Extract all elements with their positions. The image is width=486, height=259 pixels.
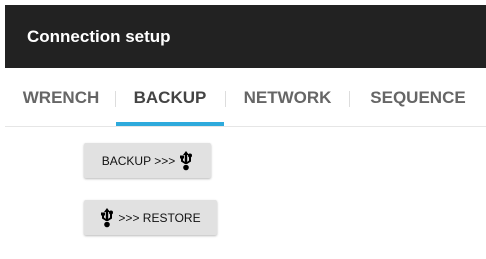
app-bar: Connection setup (5, 5, 486, 68)
tab-sequence-label: SEQUENCE (370, 88, 466, 107)
restore-button[interactable]: >>> RESTORE (84, 200, 217, 235)
backup-button-label: BACKUP >>> (101, 153, 176, 168)
app-window: Connection setup WRENCH BACKUP NETWORK S… (5, 5, 486, 259)
tab-wrench-label: WRENCH (22, 88, 100, 107)
tab-bar: WRENCH BACKUP NETWORK SEQUENCE (5, 68, 486, 127)
tab-network[interactable]: NETWORK (226, 68, 349, 126)
page-title: Connection setup (27, 27, 171, 46)
tab-wrench[interactable]: WRENCH (7, 68, 115, 126)
tab-network-label: NETWORK (243, 88, 332, 107)
restore-button-label: >>> RESTORE (118, 210, 201, 225)
tab-backup[interactable]: BACKUP (116, 68, 224, 126)
usb-icon (100, 207, 114, 228)
tab-backup-label: BACKUP (133, 88, 207, 107)
active-tab-indicator (116, 122, 224, 126)
tab-sequence[interactable]: SEQUENCE (350, 68, 486, 126)
backup-button[interactable]: BACKUP >>> (84, 143, 211, 178)
usb-icon (179, 150, 193, 171)
